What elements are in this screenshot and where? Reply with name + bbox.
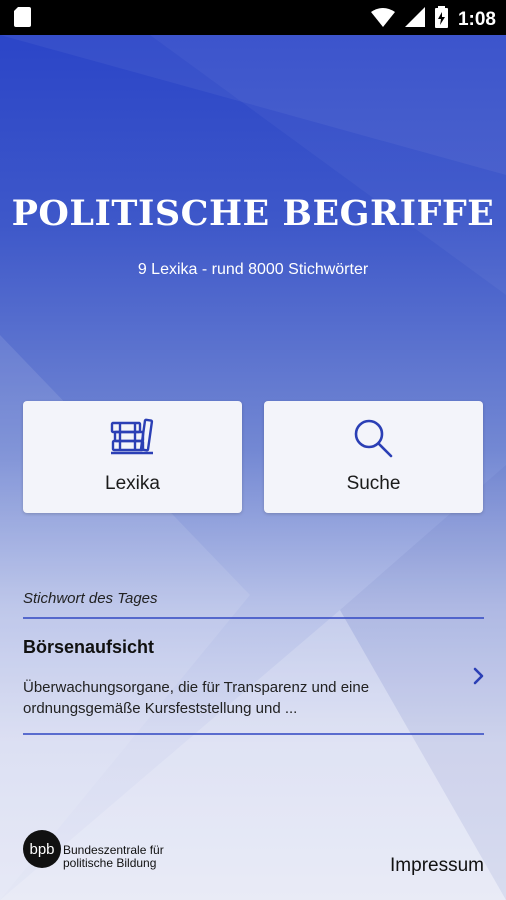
books-icon: [23, 417, 242, 457]
section-label: Stichwort des Tages: [23, 590, 158, 607]
app-title: POLITISCHE BEGRIFFE: [11, 193, 495, 234]
clock: 1:08: [457, 8, 496, 30]
word-of-day-title: Börsenaufsicht: [23, 637, 155, 657]
lexika-button[interactable]: Lexika: [23, 401, 242, 513]
battery-icon: [434, 6, 448, 33]
home-screen: POLITISCHE BEGRIFFE 9 Lexika - rund 8000…: [0, 35, 506, 900]
sd-card-icon: [14, 7, 31, 32]
word-of-day-description: Überwachungsorgane, die für Transparenz …: [23, 679, 370, 717]
suche-button[interactable]: Suche: [264, 401, 483, 513]
bpb-logo-text: Bundeszentrale für politische Bildung: [63, 843, 164, 870]
lexika-label: Lexika: [105, 473, 160, 494]
bpb-logo-mark: bpb: [23, 830, 61, 868]
search-icon: [264, 417, 483, 459]
wifi-icon: [370, 7, 395, 32]
divider: [23, 733, 484, 735]
suche-label: Suche: [346, 473, 401, 494]
bpb-logo: bpb Bundeszentrale für politische Bildun…: [23, 830, 164, 870]
impressum-link[interactable]: Impressum: [390, 855, 484, 877]
app-subtitle: 9 Lexika - rund 8000 Stichwörter: [137, 261, 369, 278]
chevron-right-icon: [472, 667, 484, 690]
status-bar: 1:08: [0, 0, 506, 35]
signal-icon: [404, 7, 425, 32]
word-of-day-item[interactable]: Börsenaufsicht Überwachungsorgane, die f…: [0, 619, 506, 733]
